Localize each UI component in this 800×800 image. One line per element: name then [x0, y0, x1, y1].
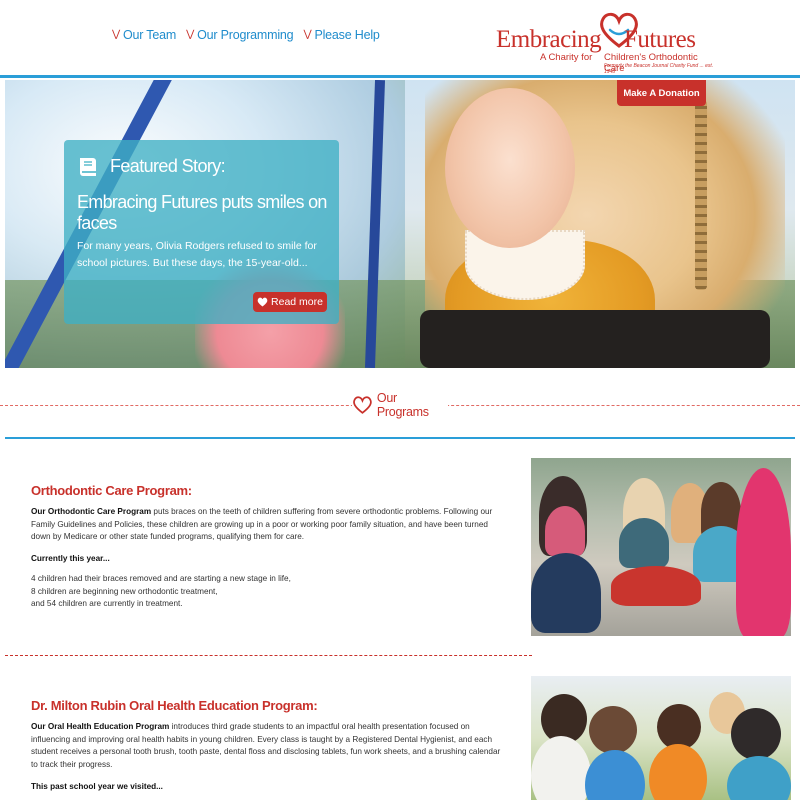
- photo-figure: [531, 553, 601, 633]
- photo-figure: [545, 506, 585, 556]
- featured-story-card: Featured Story: Embracing Futures puts s…: [64, 140, 339, 324]
- heart-outline-icon: [353, 396, 372, 414]
- nav-our-programming[interactable]: ⋁ Our Programming: [186, 28, 294, 42]
- photo-figure: [589, 706, 637, 754]
- site-header: ⋁ Our Team ⋁ Our Programming ⋁ Please He…: [0, 0, 800, 78]
- kids-group-photo: [531, 458, 791, 636]
- list-item: 4 children had their braces removed and …: [31, 574, 291, 583]
- nav-label: Our Team: [123, 28, 177, 42]
- photo-figure: [585, 750, 645, 800]
- list-item: 8 children are beginning new orthodontic…: [31, 586, 218, 596]
- chevron-down-icon: ⋁: [112, 29, 121, 40]
- logo-tagline-charity: A Charity for: [540, 52, 593, 63]
- nav-label: Our Programming: [197, 28, 294, 42]
- make-donation-button[interactable]: Make A Donation: [617, 80, 706, 106]
- photo-figure: [727, 756, 791, 800]
- hero-girl-face: [445, 88, 575, 248]
- read-more-button[interactable]: Read more: [253, 292, 327, 312]
- read-more-label: Read more: [271, 296, 323, 308]
- chevron-down-icon: ⋁: [303, 29, 312, 40]
- section-title: Orthodontic Care Program:: [31, 483, 192, 498]
- logo-word-embracing: Embracing: [496, 26, 602, 53]
- photo-figure: [731, 708, 781, 760]
- hero-swing-seat: [420, 310, 770, 368]
- book-icon: [80, 158, 96, 176]
- section-lead: Our Oral Health Education Program: [31, 722, 170, 731]
- photo-figure: [611, 566, 701, 606]
- section-subheading: Currently this year...: [31, 554, 110, 563]
- programs-heading-text: Our Programs: [376, 391, 429, 419]
- hero-swing-chain: [695, 100, 707, 290]
- list-item: and 54 children are currently in treatme…: [31, 599, 183, 609]
- section-separator: [5, 655, 532, 656]
- section-description: Our Oral Health Education Program introd…: [31, 721, 506, 771]
- section-title: Dr. Milton Rubin Oral Health Education P…: [31, 698, 318, 713]
- section-rule: [5, 437, 795, 439]
- photo-figure: [736, 468, 791, 636]
- nav-our-team[interactable]: ⋁ Our Team: [112, 28, 176, 42]
- nav-please-help[interactable]: ⋁ Please Help: [303, 28, 379, 42]
- section-description: Our Orthodontic Care Program puts braces…: [31, 506, 501, 544]
- section-subheading: This past school year we visited...: [31, 782, 163, 791]
- kids-circle-photo: [531, 676, 791, 800]
- chevron-down-icon: ⋁: [186, 29, 195, 40]
- featured-story-title[interactable]: Embracing Futures puts smiles on faces: [77, 192, 339, 234]
- nav-label: Please Help: [314, 28, 380, 42]
- section-stats-list: 4 children had their braces removed and …: [31, 573, 501, 611]
- photo-figure: [649, 744, 707, 800]
- photo-figure: [619, 518, 669, 568]
- heart-icon: [257, 297, 268, 307]
- featured-story-label: Featured Story:: [110, 156, 226, 176]
- site-logo[interactable]: Embracing Futures A Charity for Children…: [494, 10, 719, 75]
- logo-word-futures: Futures: [624, 26, 696, 53]
- photo-figure: [531, 736, 591, 800]
- main-nav: ⋁ Our Team ⋁ Our Programming ⋁ Please He…: [112, 28, 380, 42]
- logo-tagline-formerly: Formerly the Beacon Journal Charity Fund…: [604, 63, 714, 75]
- featured-story-excerpt: For many years, Olivia Rodgers refused t…: [77, 240, 317, 269]
- programs-heading: Our Programs: [352, 391, 448, 419]
- section-lead: Our Orthodontic Care Program: [31, 507, 152, 516]
